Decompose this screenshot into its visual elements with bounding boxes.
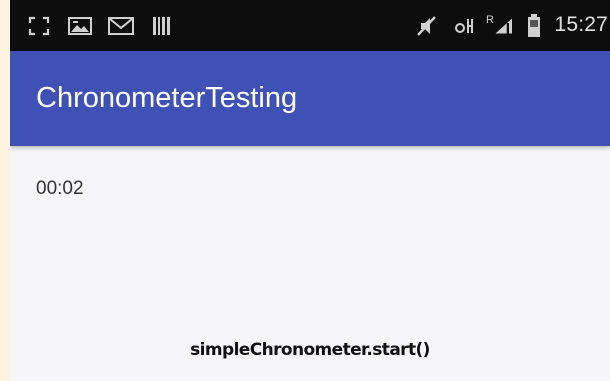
app-bar: ChronometerTesting [10, 51, 610, 146]
network-label: R [486, 14, 494, 26]
battery-icon [526, 14, 542, 37]
status-bar: R 15:27 [10, 0, 610, 51]
phone-screen: R 15:27 ChronometerTesting 00:02 simpleC… [10, 0, 610, 381]
mail-icon [108, 16, 134, 36]
chronometer-display: 00:02 [36, 178, 84, 199]
wifi-icon [454, 16, 476, 36]
signal-icon: R [486, 14, 518, 36]
app-title: ChronometerTesting [36, 82, 298, 114]
barcode-icon [152, 16, 172, 36]
status-bar-time: 15:27 [554, 13, 608, 36]
code-caption: simpleChronometer.start() [190, 340, 430, 360]
mute-icon [415, 16, 439, 36]
image-icon [68, 16, 92, 36]
screenshot-icon [28, 16, 50, 36]
